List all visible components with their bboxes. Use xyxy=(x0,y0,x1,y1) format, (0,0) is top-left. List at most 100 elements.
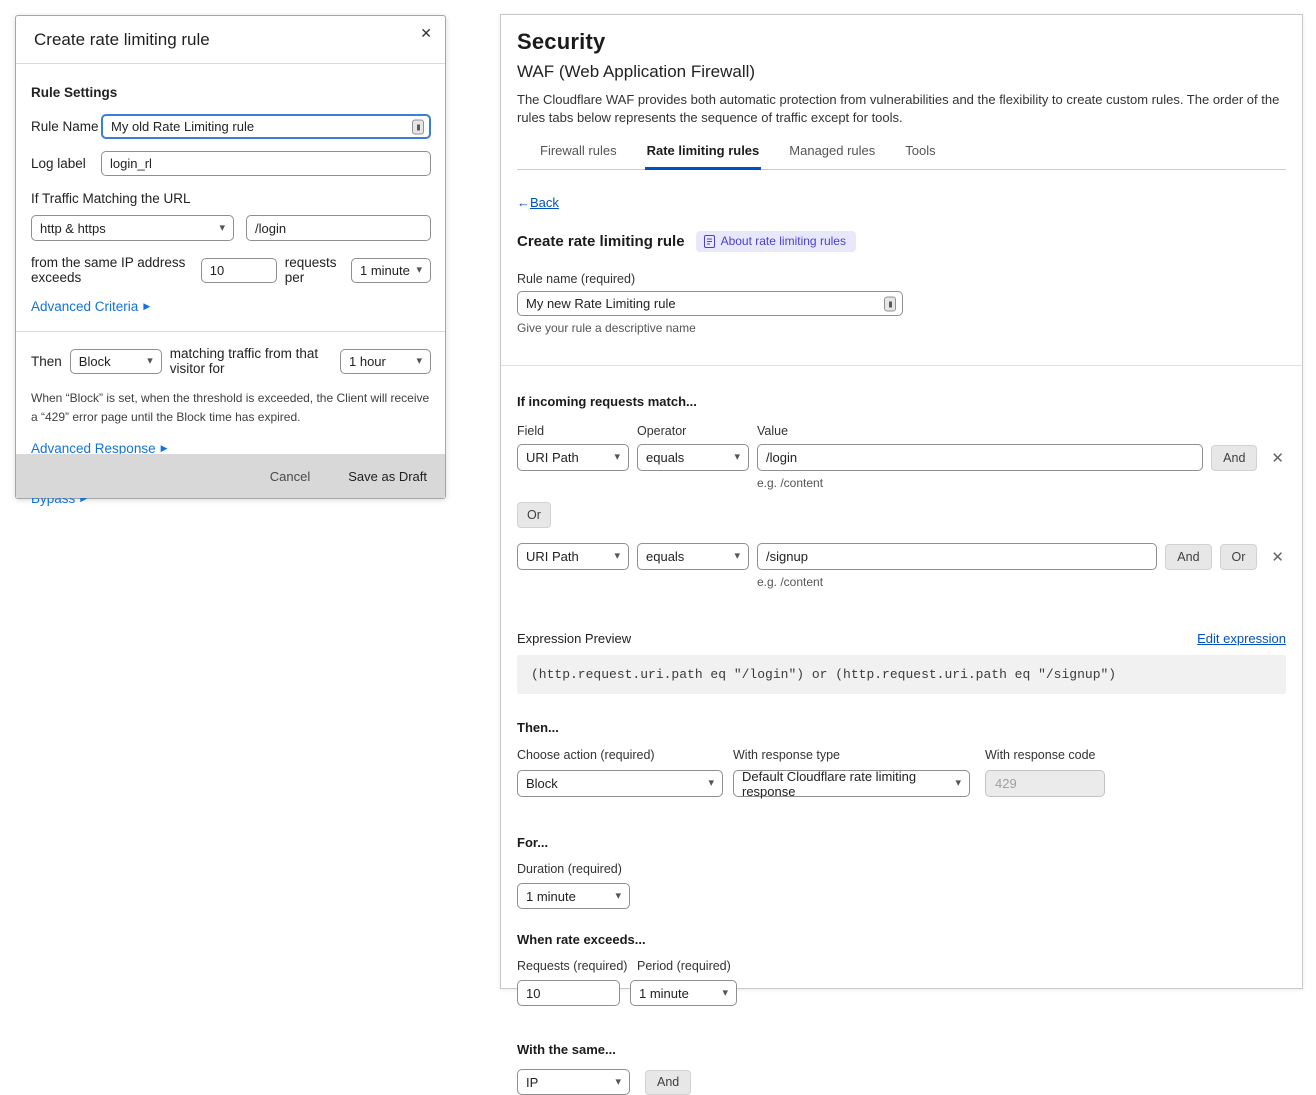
log-label-input[interactable] xyxy=(101,151,431,176)
rule-name-input[interactable] xyxy=(517,291,903,316)
period-select[interactable]: 1 minute ▾ xyxy=(630,980,737,1006)
rate-labels-row: Requests (required) Period (required) xyxy=(517,959,1286,973)
save-as-draft-button[interactable]: Save as Draft xyxy=(348,469,427,484)
rule-name-field-wrap xyxy=(101,114,431,139)
expression-preview-code: (http.request.uri.path eq "/login") or (… xyxy=(517,655,1286,694)
response-code-input xyxy=(985,770,1105,797)
then-row: Then Block ▾ matching traffic from that … xyxy=(31,346,431,376)
scheme-select-value: http & https xyxy=(40,221,106,236)
response-type-value: Default Cloudflare rate limiting respons… xyxy=(742,769,949,799)
rule-name-label: Rule name (required) xyxy=(517,272,1286,286)
duration-select[interactable]: 1 minute ▾ xyxy=(517,883,630,909)
value-input[interactable] xyxy=(757,543,1157,570)
characteristic-row: IP ▾ And xyxy=(517,1069,1286,1095)
log-label-field-wrap xyxy=(101,151,431,176)
operator-select-value: equals xyxy=(646,450,684,465)
rule-name-row: Rule Name xyxy=(31,114,431,139)
form-title-row: Create rate limiting rule About rate lim… xyxy=(517,231,1286,252)
url-input[interactable] xyxy=(246,215,431,241)
chevron-down-icon: ▾ xyxy=(614,551,620,562)
response-type-col: With response type Default Cloudflare ra… xyxy=(733,748,970,797)
rate-exceeds-heading: When rate exceeds... xyxy=(517,932,1286,947)
scheme-select[interactable]: http & https ▾ xyxy=(31,215,234,241)
requests-input[interactable] xyxy=(517,980,620,1006)
expression-preview-label: Expression Preview xyxy=(517,631,631,646)
ban-duration-value: 1 hour xyxy=(349,354,386,369)
remove-condition-icon[interactable]: ✕ xyxy=(1269,548,1286,566)
tab-rate-limiting-rules[interactable]: Rate limiting rules xyxy=(645,143,762,170)
chevron-right-icon: ▶ xyxy=(161,444,168,453)
divider xyxy=(16,331,445,332)
field-select-value: URI Path xyxy=(526,549,579,564)
characteristic-value: IP xyxy=(526,1075,538,1090)
and-button[interactable]: And xyxy=(645,1070,691,1095)
period-select[interactable]: 1 minute ▾ xyxy=(351,258,431,283)
response-type-label: With response type xyxy=(733,748,970,762)
rule-name-input[interactable] xyxy=(101,114,431,139)
advanced-criteria-label: Advanced Criteria xyxy=(31,299,138,314)
create-rate-limit-modal: Create rate limiting rule ✕ Rule Setting… xyxy=(15,15,446,499)
expression-preview-row: Expression Preview Edit expression xyxy=(517,631,1286,646)
chevron-down-icon: ▾ xyxy=(722,988,728,999)
chevron-down-icon: ▾ xyxy=(615,891,621,902)
value-input[interactable] xyxy=(757,444,1203,471)
period-label: Period (required) xyxy=(637,959,731,973)
choose-action-select[interactable]: Block ▾ xyxy=(517,770,723,797)
back-link[interactable]: ←Back xyxy=(517,195,559,210)
or-button[interactable]: Or xyxy=(1220,544,1258,570)
form-title: Create rate limiting rule xyxy=(517,233,685,250)
condition-row: URI Path ▾ equals ▾ And Or ✕ xyxy=(517,543,1286,570)
field-column-label: Field xyxy=(517,424,637,438)
operator-column-label: Operator xyxy=(637,424,757,438)
about-badge-label: About rate limiting rules xyxy=(721,234,846,248)
tab-managed-rules[interactable]: Managed rules xyxy=(787,143,877,170)
condition-column-labels: Field Operator Value xyxy=(517,424,1286,438)
period-select-value: 1 minute xyxy=(360,263,410,278)
duration-label: Duration (required) xyxy=(517,862,1286,876)
close-icon[interactable]: ✕ xyxy=(420,25,432,42)
modal-title: Create rate limiting rule xyxy=(34,30,210,50)
response-code-label: With response code xyxy=(985,748,1105,762)
response-code-col: With response code xyxy=(985,748,1105,797)
operator-select[interactable]: equals ▾ xyxy=(637,543,749,570)
chevron-down-icon: ▾ xyxy=(615,1077,621,1088)
page-title: Security xyxy=(517,29,1286,55)
action-select[interactable]: Block ▾ xyxy=(70,349,162,374)
about-rate-limiting-badge[interactable]: About rate limiting rules xyxy=(696,231,856,252)
edit-expression-link[interactable]: Edit expression xyxy=(1197,631,1286,646)
operator-select[interactable]: equals ▾ xyxy=(637,444,749,471)
characteristic-select[interactable]: IP ▾ xyxy=(517,1069,630,1095)
or-button[interactable]: Or xyxy=(517,502,551,528)
tab-firewall-rules[interactable]: Firewall rules xyxy=(538,143,619,170)
modal-footer: Cancel Save as Draft xyxy=(16,454,445,498)
chevron-down-icon: ▾ xyxy=(614,452,620,463)
period-value: 1 minute xyxy=(639,986,689,1001)
and-button[interactable]: And xyxy=(1165,544,1211,570)
divider xyxy=(501,365,1302,366)
remove-condition-icon[interactable]: ✕ xyxy=(1269,449,1286,467)
field-select[interactable]: URI Path ▾ xyxy=(517,543,629,570)
field-select[interactable]: URI Path ▾ xyxy=(517,444,629,471)
rules-tabbar: Firewall rules Rate limiting rules Manag… xyxy=(517,143,1286,170)
chevron-down-icon: ▾ xyxy=(416,265,422,276)
then-heading: Then... xyxy=(517,720,1286,735)
autofill-icon[interactable] xyxy=(412,119,424,134)
condition-row: URI Path ▾ equals ▾ And ✕ xyxy=(517,444,1286,471)
chevron-down-icon: ▾ xyxy=(147,356,153,367)
ban-duration-select[interactable]: 1 hour ▾ xyxy=(340,349,431,374)
tab-tools[interactable]: Tools xyxy=(903,143,937,170)
threshold-prefix-text: from the same IP address exceeds xyxy=(31,255,193,285)
advanced-criteria-row: Advanced Criteria ▶ xyxy=(31,298,431,316)
chevron-down-icon: ▾ xyxy=(219,223,225,234)
chevron-down-icon: ▾ xyxy=(734,551,740,562)
autofill-icon[interactable] xyxy=(884,296,896,311)
cancel-button[interactable]: Cancel xyxy=(270,469,310,484)
and-button[interactable]: And xyxy=(1211,445,1257,471)
response-type-select[interactable]: Default Cloudflare rate limiting respons… xyxy=(733,770,970,797)
advanced-criteria-link[interactable]: Advanced Criteria ▶ xyxy=(31,299,150,314)
arrow-left-icon: ← xyxy=(517,195,530,210)
for-heading: For... xyxy=(517,835,1286,850)
requests-input[interactable] xyxy=(201,258,277,283)
chevron-down-icon: ▾ xyxy=(734,452,740,463)
threshold-row: from the same IP address exceeds request… xyxy=(31,255,431,285)
